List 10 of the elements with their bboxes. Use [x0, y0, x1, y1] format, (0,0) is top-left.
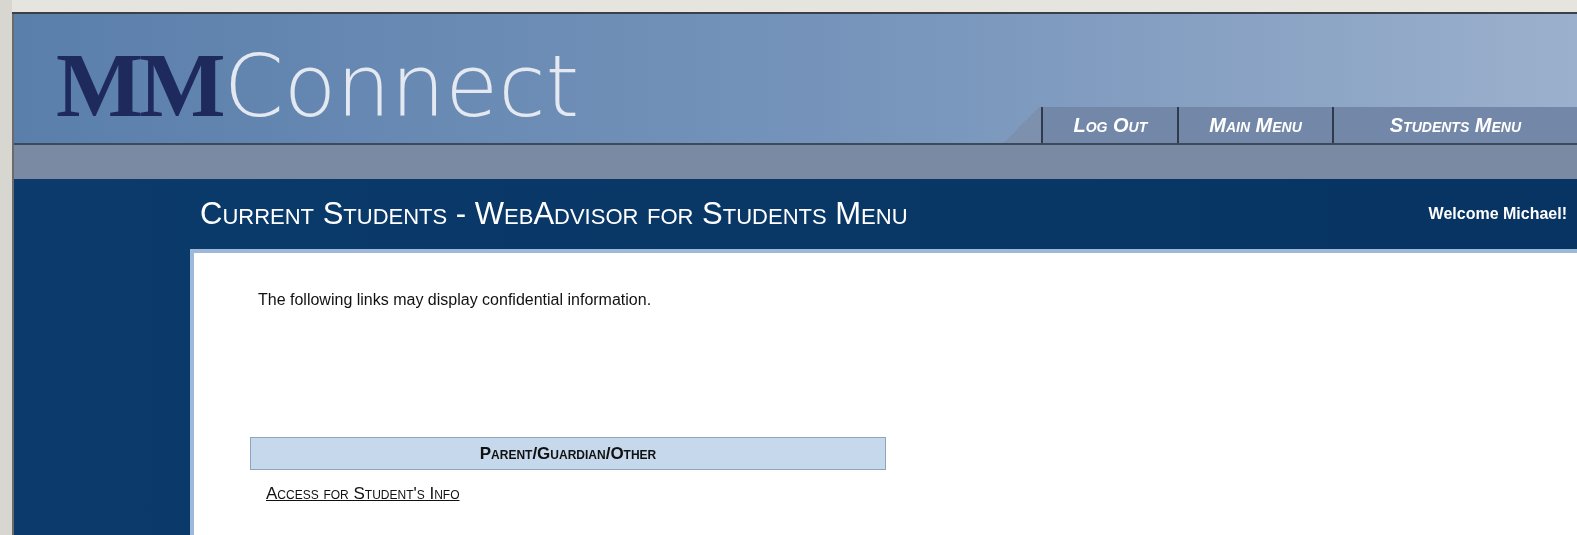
- nav-tab[interactable]: Main Menu: [1177, 107, 1332, 143]
- page-title: Current Students - WebAdvisor for Students Menu: [200, 196, 908, 232]
- notice-text: The following links may display confidential information.: [258, 291, 653, 309]
- logo-initials: MM: [56, 33, 222, 138]
- nav-tab[interactable]: Log Out: [1041, 107, 1178, 143]
- section-heading: Parent/Guardian/Other: [250, 437, 886, 470]
- menu-link[interactable]: Access for Student's Info: [266, 484, 460, 504]
- logo-wordmark: Connect: [223, 36, 580, 136]
- welcome-message: Welcome Michael!: [1428, 205, 1567, 223]
- nav-tab[interactable]: Students Menu: [1331, 107, 1577, 143]
